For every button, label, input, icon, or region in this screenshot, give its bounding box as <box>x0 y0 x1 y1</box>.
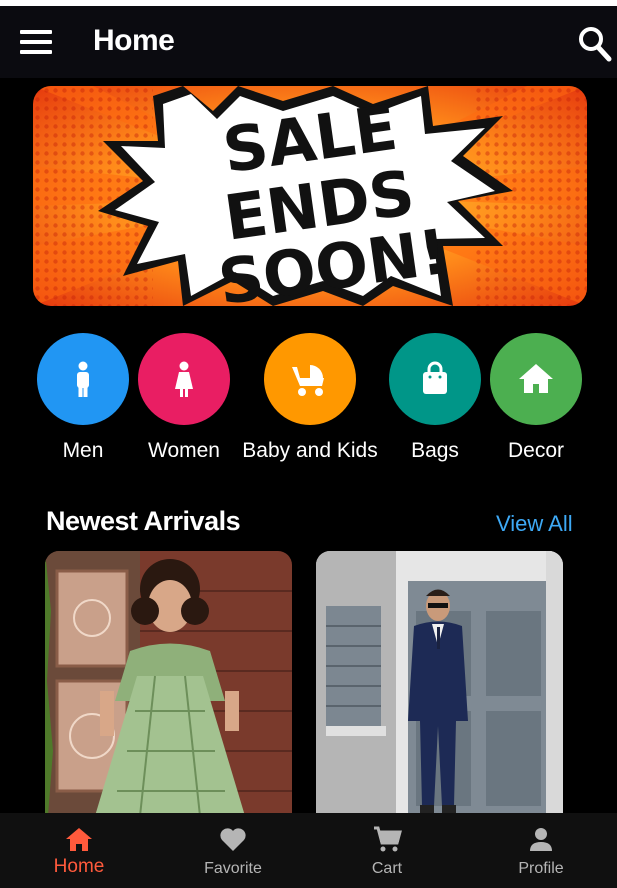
category-women[interactable]: Women <box>114 333 254 463</box>
nav-label: Favorite <box>204 860 262 877</box>
section-title: Newest Arrivals <box>46 506 241 536</box>
product-image <box>45 551 292 816</box>
nav-home[interactable]: Home <box>2 813 156 888</box>
person-icon <box>526 824 556 854</box>
category-label: Decor <box>507 439 565 462</box>
nav-label: Home <box>53 856 105 877</box>
product-card-men-suit[interactable] <box>316 551 563 816</box>
search-icon[interactable] <box>576 24 614 64</box>
cart-icon <box>372 824 402 854</box>
nav-label: Cart <box>371 860 403 877</box>
nav-label: Profile <box>518 860 564 877</box>
nav-cart[interactable]: Cart <box>310 813 464 888</box>
product-image <box>316 551 563 816</box>
heart-icon <box>218 824 248 854</box>
sale-banner[interactable]: SALE ENDS SOON! <box>33 86 587 306</box>
nav-profile[interactable]: Profile <box>464 813 617 888</box>
hamburger-menu-icon[interactable] <box>18 28 56 56</box>
category-decor[interactable]: Decor <box>466 333 606 463</box>
nav-favorite[interactable]: Favorite <box>156 813 310 888</box>
woman-icon <box>138 333 230 425</box>
stroller-icon <box>264 333 356 425</box>
page-title: Home <box>93 24 175 57</box>
category-label: Baby and Kids <box>242 439 378 462</box>
category-label: Women <box>148 439 220 462</box>
view-all-link[interactable]: View All <box>496 511 573 537</box>
app-bar: Home <box>0 6 617 78</box>
category-baby-and-kids[interactable]: Baby and Kids <box>240 333 380 463</box>
home-icon <box>64 824 94 854</box>
bottom-navigation: Home Favorite Cart Profile <box>0 813 617 888</box>
home-icon <box>490 333 582 425</box>
product-card-girl-dress[interactable] <box>45 551 292 816</box>
